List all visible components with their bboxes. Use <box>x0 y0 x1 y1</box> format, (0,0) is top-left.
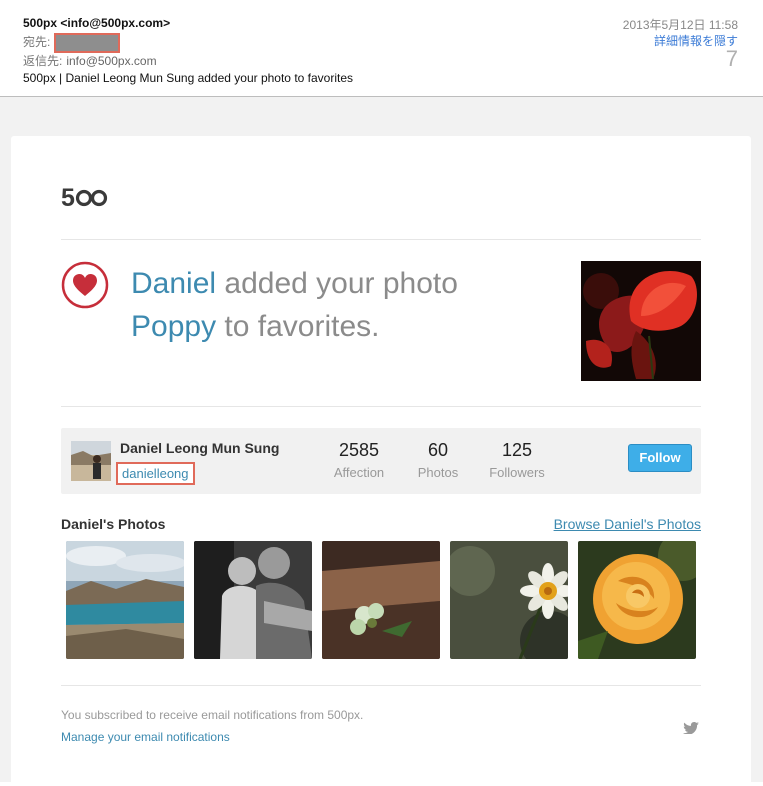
photo-thumbnail[interactable] <box>66 541 184 659</box>
twitter-icon[interactable] <box>683 721 699 735</box>
profile-bar: Daniel Leong Mun Sung danielleong 2585 A… <box>61 428 701 494</box>
stat-value: 60 <box>427 440 449 460</box>
follow-button[interactable]: Follow <box>628 444 692 472</box>
profile-name[interactable]: Daniel Leong Mun Sung <box>120 440 279 456</box>
redacted-recipient <box>54 33 121 53</box>
svg-text:5: 5 <box>61 184 75 210</box>
favorited-photo-thumbnail[interactable] <box>581 261 701 381</box>
photo-thumbnail[interactable] <box>450 541 568 659</box>
browse-photos-link[interactable]: Browse Daniel's Photos <box>554 516 701 532</box>
stat-photos: 60 Photos <box>408 440 468 480</box>
divider <box>61 239 701 240</box>
message-count: 7 <box>725 46 738 71</box>
photo-thumbnail[interactable] <box>322 541 440 659</box>
divider <box>61 406 701 407</box>
500px-logo: 5 <box>61 184 111 210</box>
email-from: 500px <info@500px.com> <box>23 16 171 30</box>
notification-text-2: to favorites. <box>224 310 380 343</box>
photo-thumbnail[interactable] <box>578 541 696 659</box>
email-to-label: 宛先: <box>23 35 51 50</box>
profile-username[interactable]: danielleong <box>116 462 195 485</box>
email-reply-row: 返信先: info@500px.com <box>23 52 157 69</box>
email-card: 5 Daniel added your photo Poppy to favor… <box>11 136 751 786</box>
stat-value: 2585 <box>338 440 380 460</box>
email-header: 500px <info@500px.com> 宛先: 返信先: info@500p… <box>0 0 763 97</box>
divider <box>61 685 701 686</box>
stat-label: Photos <box>417 465 459 480</box>
notification-headline: Daniel added your photo Poppy to favorit… <box>131 262 551 348</box>
email-subject: 500px | Daniel Leong Mun Sung added your… <box>23 71 354 85</box>
photos-section-title: Daniel's Photos <box>61 516 166 532</box>
manage-notifications-link[interactable]: Manage your email notifications <box>61 730 230 744</box>
actor-link[interactable]: Daniel <box>131 267 216 300</box>
email-reply-label: 返信先: <box>23 54 63 68</box>
stat-label: Followers <box>489 465 545 480</box>
email-reply-value: info@500px.com <box>66 54 157 68</box>
subscription-notice: You subscribed to receive email notifica… <box>61 708 364 722</box>
photo-thumbnail[interactable] <box>194 541 312 659</box>
stat-value: 125 <box>501 440 533 460</box>
avatar[interactable] <box>71 441 111 481</box>
email-body: 5 Daniel added your photo Poppy to favor… <box>0 97 763 786</box>
stat-label: Affection <box>333 465 385 480</box>
notification-text-1: added your photo <box>224 267 458 300</box>
email-to-row: 宛先: <box>23 33 121 53</box>
email-date: 2013年5月12日 11:58 <box>622 18 738 32</box>
photo-title-link[interactable]: Poppy <box>131 310 216 343</box>
stat-followers: 125 Followers <box>484 440 550 480</box>
heart-icon <box>61 261 109 309</box>
stat-affection: 2585 Affection <box>328 440 390 480</box>
